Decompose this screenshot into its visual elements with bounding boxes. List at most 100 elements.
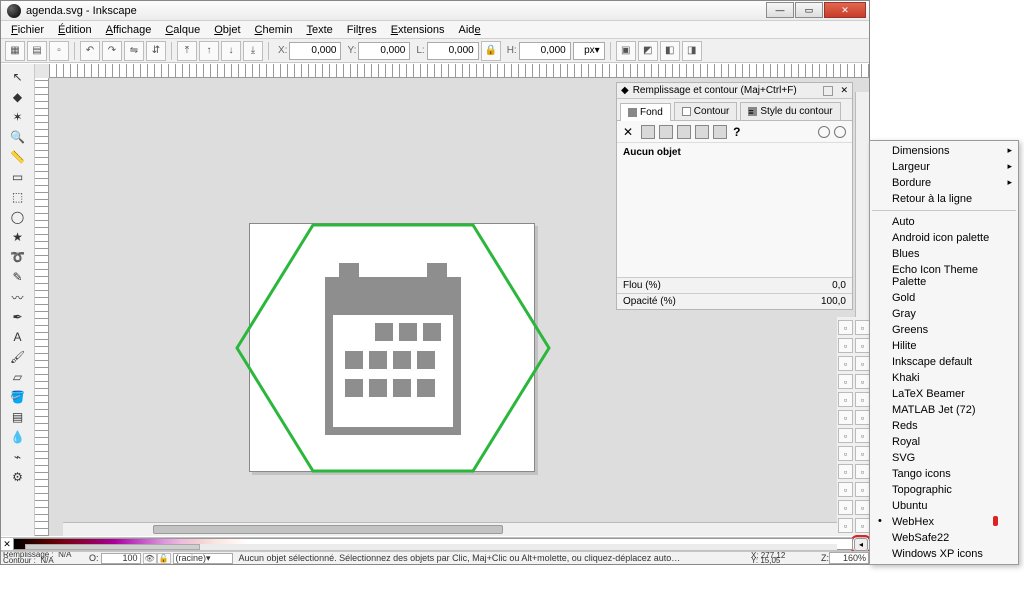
- horizontal-scrollbar[interactable]: [63, 522, 869, 536]
- ctx-bordure[interactable]: Bordure: [870, 175, 1018, 191]
- radial-grad-button[interactable]: [677, 125, 691, 139]
- ctx-retour-à-la-ligne[interactable]: Retour à la ligne: [870, 191, 1018, 207]
- circle-tool[interactable]: ◯: [3, 207, 33, 227]
- unknown-paint-button[interactable]: ?: [733, 125, 740, 139]
- tab-stroke-paint[interactable]: Contour: [674, 102, 738, 120]
- menu-édition[interactable]: Édition: [52, 23, 98, 37]
- menu-fichier[interactable]: Fichier: [5, 23, 50, 37]
- x-spinbox[interactable]: 0,000: [289, 42, 341, 60]
- h-spinbox[interactable]: 0,000: [519, 42, 571, 60]
- star-tool[interactable]: ★: [3, 227, 33, 247]
- y-spinbox[interactable]: 0,000: [358, 42, 410, 60]
- duplicate-button[interactable]: ▫: [838, 428, 853, 443]
- bezier-tool[interactable]: 〰: [3, 287, 33, 307]
- zoom-draw-button[interactable]: ▫: [855, 410, 870, 425]
- gradient-tool[interactable]: ▤: [3, 407, 33, 427]
- transform-button[interactable]: ▫: [838, 500, 853, 515]
- print-button[interactable]: ▫: [855, 338, 870, 353]
- palette-menu-button[interactable]: ◂: [854, 538, 868, 551]
- lock-aspect-button[interactable]: 🔒: [481, 41, 501, 61]
- fill-rule-evenodd-button[interactable]: [818, 126, 830, 138]
- layer-lock-button[interactable]: 🔓: [157, 553, 171, 564]
- tweak-tool[interactable]: ✶: [3, 107, 33, 127]
- fill-stroke-indicator[interactable]: Remplissage : N/A Contour : N/A: [1, 552, 89, 564]
- group-button[interactable]: ▫: [838, 446, 853, 461]
- panel-close-button[interactable]: ✕: [840, 85, 848, 96]
- cut-button[interactable]: ▫: [838, 392, 853, 407]
- ctx-dimensions[interactable]: Dimensions: [870, 143, 1018, 159]
- select-all-button[interactable]: ▤: [27, 41, 47, 61]
- menu-texte[interactable]: Texte: [300, 23, 338, 37]
- redo-button[interactable]: ▫: [855, 356, 870, 371]
- opacity-spinbox[interactable]: 100: [101, 553, 141, 564]
- layer-visibility-button[interactable]: 👁: [143, 553, 157, 564]
- new-button[interactable]: ▫: [838, 320, 853, 335]
- tab-stroke-style[interactable]: Style du contour: [740, 102, 840, 120]
- panel-minimize-button[interactable]: [823, 86, 833, 96]
- affect-stroke-button[interactable]: ▣: [616, 41, 636, 61]
- palette-option-svg[interactable]: SVG: [870, 450, 1018, 466]
- linear-grad-button[interactable]: [659, 125, 673, 139]
- fill-rule-nonzero-button[interactable]: [834, 126, 846, 138]
- fill-dialog-button[interactable]: ▫: [838, 464, 853, 479]
- lower-button[interactable]: ↓: [221, 41, 241, 61]
- palette-option-gold[interactable]: Gold: [870, 290, 1018, 306]
- lpe-tool[interactable]: ⚙: [3, 467, 33, 487]
- open-button[interactable]: ▫: [855, 320, 870, 335]
- blur-row[interactable]: Flou (%) 0,0: [617, 277, 852, 293]
- zoom-tool[interactable]: 🔍: [3, 127, 33, 147]
- palette-option-inkscape-default[interactable]: Inkscape default: [870, 354, 1018, 370]
- palette-option-topographic[interactable]: Topographic: [870, 482, 1018, 498]
- text-dialog-button[interactable]: ▫: [855, 464, 870, 479]
- flip-v-button[interactable]: ⇵: [146, 41, 166, 61]
- palette-option-tango-icons[interactable]: Tango icons: [870, 466, 1018, 482]
- rotate-cw-button[interactable]: ↷: [102, 41, 122, 61]
- clone-button[interactable]: ▫: [855, 428, 870, 443]
- measure-tool[interactable]: 📏: [3, 147, 33, 167]
- unit-select[interactable]: px ▾: [573, 42, 605, 60]
- deselect-button[interactable]: ▫: [49, 41, 69, 61]
- rotate-ccw-button[interactable]: ↶: [80, 41, 100, 61]
- raise-button[interactable]: ↑: [199, 41, 219, 61]
- palette-option-echo-icon-theme-palette[interactable]: Echo Icon Theme Palette: [870, 262, 1018, 290]
- palette-option-ubuntu[interactable]: Ubuntu: [870, 498, 1018, 514]
- spray-tool[interactable]: 🖌: [3, 347, 33, 367]
- text-tool[interactable]: A: [3, 327, 33, 347]
- affect-pattern-button[interactable]: ◨: [682, 41, 702, 61]
- pattern-button[interactable]: [695, 125, 709, 139]
- ctx-largeur[interactable]: Largeur: [870, 159, 1018, 175]
- panel-header[interactable]: ◆ Remplissage et contour (Maj+Ctrl+F) ✕: [617, 83, 852, 99]
- canvas[interactable]: ◆ Remplissage et contour (Maj+Ctrl+F) ✕ …: [49, 78, 869, 536]
- w-spinbox[interactable]: 0,000: [427, 42, 479, 60]
- rect-tool[interactable]: ▭: [3, 167, 33, 187]
- menu-aide[interactable]: Aide: [453, 23, 487, 37]
- affect-corners-button[interactable]: ◩: [638, 41, 658, 61]
- menu-objet[interactable]: Objet: [208, 23, 246, 37]
- menu-calque[interactable]: Calque: [159, 23, 206, 37]
- eraser-tool[interactable]: ▱: [3, 367, 33, 387]
- palette-option-windows-xp-icons[interactable]: Windows XP icons: [870, 546, 1018, 562]
- palette-option-reds[interactable]: Reds: [870, 418, 1018, 434]
- palette-option-websafe22[interactable]: WebSafe22: [870, 530, 1018, 546]
- palette-option-greens[interactable]: Greens: [870, 322, 1018, 338]
- doc-props-button[interactable]: ▫: [855, 518, 870, 533]
- copy-button[interactable]: ▫: [838, 374, 853, 389]
- minimize-button[interactable]: —: [766, 2, 794, 18]
- swatch-button[interactable]: [713, 125, 727, 139]
- raise-top-button[interactable]: ⤒: [177, 41, 197, 61]
- cursor-tool[interactable]: ↖: [3, 67, 33, 87]
- no-paint-button[interactable]: ✕: [623, 125, 633, 139]
- menu-filtres[interactable]: Filtres: [341, 23, 383, 37]
- layer-select[interactable]: (racine) ▾: [173, 553, 233, 564]
- palette-option-auto[interactable]: Auto: [870, 214, 1018, 230]
- palette-option-webhex[interactable]: WebHex: [870, 514, 1018, 530]
- select-all-layers-button[interactable]: ▦: [5, 41, 25, 61]
- close-button[interactable]: ✕: [824, 2, 866, 18]
- palette-option-khaki[interactable]: Khaki: [870, 370, 1018, 386]
- xml-button[interactable]: ▫: [838, 482, 853, 497]
- fill-tool[interactable]: 🪣: [3, 387, 33, 407]
- prefs-button[interactable]: ▫: [838, 518, 853, 533]
- zoom-spinbox[interactable]: 160%: [829, 552, 869, 564]
- menu-chemin[interactable]: Chemin: [249, 23, 299, 37]
- align-button[interactable]: ▫: [855, 482, 870, 497]
